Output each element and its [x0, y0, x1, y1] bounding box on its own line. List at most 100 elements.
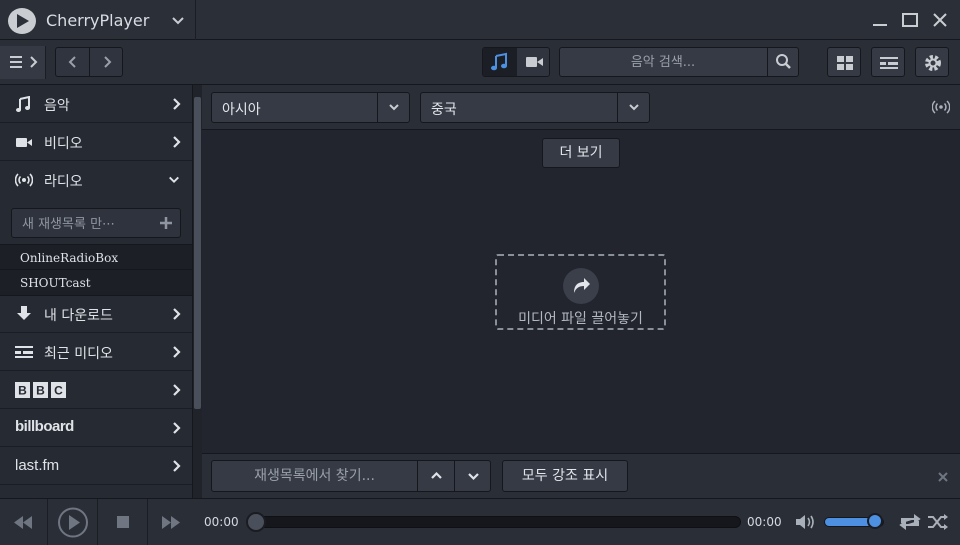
play-button[interactable]	[48, 499, 98, 545]
find-next-button[interactable]	[454, 461, 491, 491]
chevron-right-icon	[104, 56, 112, 68]
volume-knob[interactable]	[867, 513, 883, 529]
video-camera-icon	[16, 138, 32, 147]
play-icon	[58, 507, 88, 538]
plus-icon[interactable]	[159, 216, 173, 230]
playlist-find-box	[211, 460, 491, 492]
sidebar-item-bbc[interactable]: B B C	[0, 371, 192, 409]
shuffle-icon	[928, 514, 948, 530]
forward-button[interactable]	[90, 48, 124, 76]
filter-bar: 아시아 중국	[202, 85, 960, 130]
sidebar-toggle-button[interactable]	[0, 46, 46, 79]
radio-source-shoutcast[interactable]: SHOUTcast	[0, 270, 192, 296]
close-icon[interactable]	[936, 470, 950, 484]
sidebar-item-music[interactable]: 음악	[0, 85, 192, 123]
speaker-icon	[796, 515, 814, 529]
show-more-button[interactable]: 더 보기	[542, 138, 620, 168]
chevron-right-icon	[173, 422, 181, 434]
chevron-right-icon	[173, 346, 181, 358]
app-menu-chevron-icon[interactable]	[170, 12, 186, 28]
chevron-down-icon	[169, 176, 179, 184]
chevron-right-icon	[173, 308, 181, 320]
radio-broadcast-icon	[932, 100, 950, 114]
find-previous-button[interactable]	[417, 461, 454, 491]
toolbar	[0, 40, 960, 85]
playlist-find-bar: 모두 강조 표시	[202, 453, 960, 498]
music-search-input[interactable]	[560, 48, 766, 76]
chevron-right-icon	[173, 98, 181, 110]
svg-text:B: B	[36, 384, 45, 398]
list-view-button[interactable]	[871, 47, 905, 77]
repeat-button[interactable]	[898, 511, 922, 533]
chevron-right-icon	[173, 384, 181, 396]
main-panel: 아시아 중국 더 보기 미디어 파일 끌어놓기 재생목록에서 찾기... 모두 …	[202, 85, 960, 498]
shuffle-button[interactable]	[926, 511, 950, 533]
navigation-buttons	[55, 47, 123, 77]
music-search-box	[559, 47, 799, 77]
grid-view-button[interactable]	[827, 47, 861, 77]
media-mode-toggle	[482, 47, 550, 77]
country-dropdown-button[interactable]	[617, 93, 649, 122]
player-bar: 00:00 00:00	[0, 498, 960, 545]
sidebar-item-recent-media[interactable]: 최근 미디오	[0, 333, 192, 371]
next-track-button[interactable]	[148, 499, 194, 545]
fast-forward-icon	[162, 516, 180, 529]
sidebar-item-downloads[interactable]: 내 다운로드	[0, 295, 192, 333]
video-camera-icon	[526, 57, 543, 67]
chevron-down-icon	[389, 104, 399, 111]
seek-bar[interactable]	[255, 516, 741, 528]
chevron-right-icon	[173, 460, 181, 472]
chevron-down-icon	[468, 473, 479, 481]
highlight-all-button[interactable]: 모두 강조 표시	[502, 460, 628, 492]
region-dropdown-button[interactable]	[377, 93, 409, 122]
title-bar: CherryPlayer	[0, 0, 960, 40]
stop-button[interactable]	[98, 499, 148, 545]
sidebar: 음악 비디오 라디오 OnlineRadioBox SHOUTcast 내 다운…	[0, 85, 192, 498]
new-playlist-input[interactable]	[22, 215, 152, 233]
drop-arrow-badge	[563, 268, 599, 304]
gear-icon	[925, 55, 941, 71]
chevron-down-icon	[629, 104, 639, 111]
media-drop-zone[interactable]: 미디어 파일 끌어놓기	[495, 254, 666, 330]
sidebar-item-lastfm[interactable]: last.fm	[0, 447, 192, 485]
sidebar-item-video[interactable]: 비디오	[0, 123, 192, 161]
close-button[interactable]	[930, 10, 950, 30]
playlist-find-input[interactable]	[212, 461, 417, 491]
sidebar-item-radio[interactable]: 라디오	[0, 161, 192, 199]
search-button[interactable]	[767, 48, 799, 76]
stop-icon	[117, 516, 129, 528]
maximize-button[interactable]	[900, 10, 920, 30]
radio-broadcast-icon	[15, 173, 33, 187]
radio-source-onlineradiobox[interactable]: OnlineRadioBox	[0, 244, 192, 270]
grid-view-icon	[837, 56, 853, 70]
sidebar-item-billboard[interactable]: billboard	[0, 409, 192, 447]
share-arrow-icon	[574, 278, 590, 293]
minimize-button[interactable]	[870, 10, 890, 30]
hamburger-icon	[10, 56, 38, 68]
search-icon	[776, 54, 791, 69]
settings-button[interactable]	[915, 47, 949, 77]
svg-text:B: B	[18, 384, 27, 398]
music-note-icon	[16, 96, 30, 112]
chevron-up-icon	[431, 471, 442, 479]
rewind-icon	[14, 516, 32, 529]
new-playlist-box	[11, 208, 181, 238]
cherryplayer-logo	[8, 8, 36, 34]
video-mode-button[interactable]	[517, 48, 551, 76]
country-dropdown[interactable]: 중국	[420, 92, 650, 123]
music-mode-button[interactable]	[483, 48, 517, 76]
repeat-icon	[899, 514, 921, 530]
title-divider	[195, 0, 196, 40]
elapsed-time: 00:00	[204, 515, 239, 529]
drop-zone-label: 미디어 파일 끌어놓기	[518, 311, 643, 327]
back-button[interactable]	[56, 48, 90, 76]
music-note-icon	[491, 52, 507, 71]
previous-track-button[interactable]	[0, 499, 48, 545]
sidebar-scrollbar[interactable]	[192, 85, 202, 498]
sidebar-scroll-thumb[interactable]	[194, 97, 201, 409]
seek-knob[interactable]	[246, 512, 266, 532]
region-dropdown[interactable]: 아시아	[211, 92, 410, 123]
total-duration: 00:00	[747, 515, 782, 529]
bbc-logo: B B C	[15, 382, 66, 398]
mute-button[interactable]	[794, 511, 818, 533]
